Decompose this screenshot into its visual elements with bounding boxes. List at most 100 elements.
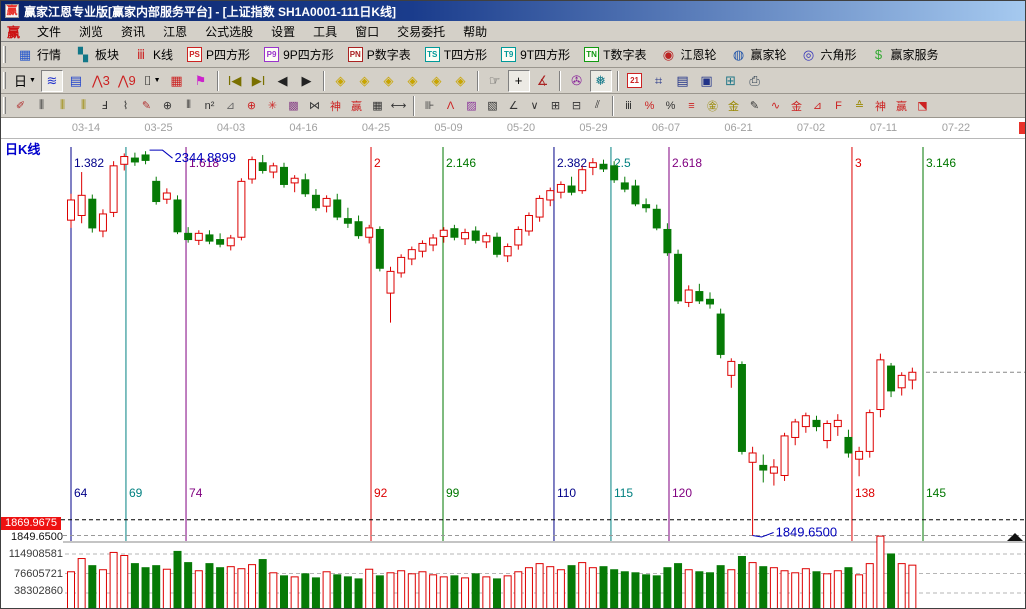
toolbar-grip[interactable] <box>3 97 6 114</box>
toolbar-item-T四方形[interactable]: TS T四方形 <box>418 43 494 66</box>
last-bar-icon[interactable]: ▶I <box>248 70 270 92</box>
first-bar-icon[interactable]: I◀ <box>224 70 246 92</box>
menu-item-设置[interactable]: 设置 <box>262 21 304 42</box>
draw-tool-icon[interactable]: ∨ <box>524 96 545 115</box>
draw-tool-icon[interactable]: Ⅎ <box>94 96 115 115</box>
draw-tool-icon[interactable]: ⊪ <box>419 96 440 115</box>
menu-item-工具[interactable]: 工具 <box>304 21 346 42</box>
toolbar-item-K线[interactable]: ⅲ K线 <box>126 43 180 66</box>
draw-tool-icon[interactable]: ✎ <box>136 96 157 115</box>
draw-tool-icon[interactable]: % <box>639 96 660 115</box>
draw-tool-icon[interactable]: ⟷ <box>388 96 409 115</box>
draw-tool-icon[interactable]: ⊿ <box>220 96 241 115</box>
wave3-icon[interactable]: ⋀3 <box>89 70 113 92</box>
draw-tool-icon[interactable]: ▧ <box>482 96 503 115</box>
menu-item-浏览[interactable]: 浏览 <box>70 21 112 42</box>
diamond-all-icon[interactable]: ◈ <box>450 70 472 92</box>
draw-tool-icon[interactable]: Λ <box>440 96 461 115</box>
toolbar-item-赢家服务[interactable]: $ 赢家服务 <box>864 43 946 66</box>
draw-tool-icon[interactable]: n² <box>199 96 220 115</box>
draw-tool-icon[interactable]: ⊕ <box>157 96 178 115</box>
next-bar-icon[interactable]: ▶ <box>296 70 318 92</box>
draw-tool-icon[interactable]: ▩ <box>283 96 304 115</box>
draw-tool-icon[interactable]: ✐ <box>10 96 31 115</box>
draw-tool-icon[interactable]: ㊎ <box>702 96 723 115</box>
menu-item-资讯[interactable]: 资讯 <box>112 21 154 42</box>
toolbar-grip[interactable] <box>3 71 6 90</box>
menu-item-文件[interactable]: 文件 <box>28 21 70 42</box>
info-doc-icon[interactable]: ▤ <box>65 70 87 92</box>
draw-tool-icon[interactable]: ⫽ <box>587 96 608 115</box>
draw-tool-icon[interactable]: 金 <box>723 96 744 115</box>
draw-tool-icon[interactable]: ⫴ <box>178 96 199 115</box>
diamond-h-icon[interactable]: ◈ <box>378 70 400 92</box>
period-selector[interactable]: 日 ▼ <box>11 70 39 92</box>
draw-tool-icon[interactable]: ⌇ <box>115 96 136 115</box>
draw-tool-icon[interactable]: 赢 <box>346 96 367 115</box>
draw-tool-icon[interactable]: % <box>660 96 681 115</box>
draw-tool-icon[interactable]: ⋈ <box>304 96 325 115</box>
prev-bar-icon[interactable]: ◀ <box>272 70 294 92</box>
toolbar-item-9P四方形[interactable]: P9 9P四方形 <box>257 43 341 66</box>
save-icon[interactable]: ▣ <box>696 70 718 92</box>
menu-item-交易委托[interactable]: 交易委托 <box>388 21 454 42</box>
menu-item-帮助[interactable]: 帮助 <box>454 21 496 42</box>
draw-tool-icon[interactable]: ⊟ <box>566 96 587 115</box>
kline-chart-svg[interactable]: 1.38264 691.618742922.146992.3821102.5115… <box>1 118 1026 609</box>
draw-tool-icon[interactable]: ⅲ <box>618 96 639 115</box>
draw-tool-icon[interactable]: F <box>828 96 849 115</box>
draw-tool-icon[interactable]: ⊿ <box>807 96 828 115</box>
toolbar-grip[interactable] <box>3 45 6 64</box>
draw-tool-icon[interactable]: ∠ <box>503 96 524 115</box>
draw-tool-icon[interactable]: ⫼ <box>73 96 94 115</box>
toolbar-item-行情[interactable]: ▦ 行情 <box>10 43 68 66</box>
toolbar-item-P数字表[interactable]: PN P数字表 <box>341 43 418 66</box>
menu-item-公式选股[interactable]: 公式选股 <box>196 21 262 42</box>
diamond-cross-icon[interactable]: ◈ <box>426 70 448 92</box>
draw-tool-icon[interactable]: ≡ <box>681 96 702 115</box>
toolbar-item-P四方形[interactable]: PS P四方形 <box>180 43 257 66</box>
angle-tool-icon[interactable]: ∡ <box>532 70 554 92</box>
toolbar-item-赢家轮[interactable]: ◍ 赢家轮 <box>723 43 793 66</box>
candle-style-icon[interactable]: ⌷ ▼ <box>141 70 164 92</box>
draw-tool-icon[interactable]: ⬔ <box>912 96 933 115</box>
draw-tool-icon[interactable]: ⫼ <box>52 96 73 115</box>
matrix-icon[interactable]: ▦ <box>166 70 188 92</box>
draw-tool-icon[interactable]: ▨ <box>461 96 482 115</box>
printer-icon[interactable]: ⎙ <box>744 70 766 92</box>
toolbar-item-板块[interactable]: ▚ 板块 <box>68 43 126 66</box>
calendar-icon[interactable]: 21 <box>624 70 646 92</box>
draw-tool-icon[interactable]: ∿ <box>765 96 786 115</box>
wave9-icon[interactable]: ⋀9 <box>115 70 139 92</box>
diamond-right-icon[interactable]: ◈ <box>354 70 376 92</box>
toolbar-item-T数字表[interactable]: TN T数字表 <box>577 43 653 66</box>
draw-tool-icon[interactable]: 神 <box>870 96 891 115</box>
draw-tool-icon[interactable]: ≙ <box>849 96 870 115</box>
hand-tool-icon[interactable]: ☞ <box>484 70 506 92</box>
toolbar-item-江恩轮[interactable]: ◉ 江恩轮 <box>653 43 723 66</box>
draw-tool-icon[interactable]: ⊕ <box>241 96 262 115</box>
menu-item-江恩[interactable]: 江恩 <box>154 21 196 42</box>
draw-tool-icon[interactable]: 神 <box>325 96 346 115</box>
scribble-tool-icon[interactable]: ≋ <box>40 69 63 92</box>
calculator-icon[interactable]: ⌗ <box>648 70 670 92</box>
toolbar-item-9T四方形[interactable]: T9 9T四方形 <box>494 43 577 66</box>
draw-tool-icon[interactable]: 金 <box>786 96 807 115</box>
crosshair-tool-icon[interactable]: + <box>507 69 530 92</box>
draw-tool-icon[interactable]: ✎ <box>744 96 765 115</box>
diamond-v-icon[interactable]: ◈ <box>402 70 424 92</box>
toolbar-item-六角形[interactable]: ◎ 六角形 <box>794 43 864 66</box>
network-icon[interactable]: ⊞ <box>720 70 742 92</box>
brain-map-icon[interactable]: ❅ <box>589 69 612 92</box>
menu-item-窗口[interactable]: 窗口 <box>346 21 388 42</box>
draw-tool-icon[interactable]: ▦ <box>367 96 388 115</box>
draw-tool-icon[interactable]: ⊞ <box>545 96 566 115</box>
draw-tool-icon[interactable]: 赢 <box>891 96 912 115</box>
diamond-left-icon[interactable]: ◈ <box>330 70 352 92</box>
draw-tool-icon[interactable]: ✳ <box>262 96 283 115</box>
scroll-indicator-icon[interactable] <box>1007 533 1023 541</box>
title-bar[interactable]: 赢 赢家江恩专业版[赢家内部服务平台] - [上证指数 SH1A0001-111… <box>1 1 1025 21</box>
notepad-icon[interactable]: ▤ <box>672 70 694 92</box>
draw-tool-icon[interactable]: ⫼ <box>31 96 52 115</box>
ribbon-icon[interactable]: ✇ <box>566 70 588 92</box>
